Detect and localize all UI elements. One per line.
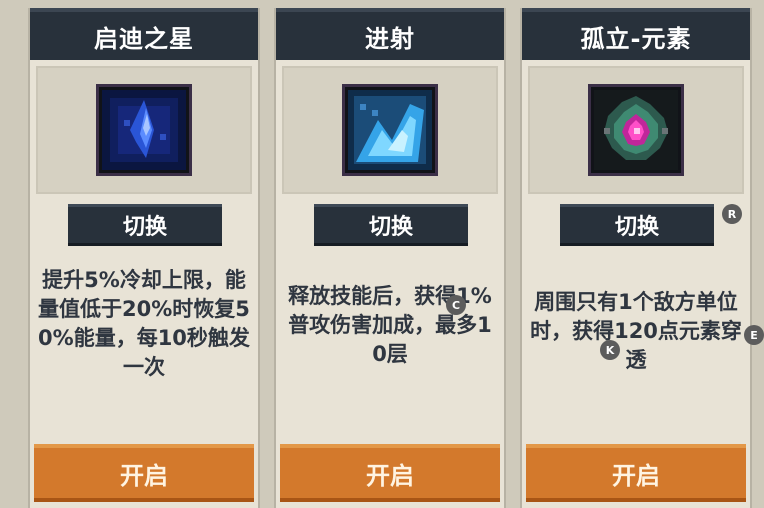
switch-button[interactable]: 切换: [314, 204, 468, 246]
pink-element-orb-icon: [588, 84, 684, 176]
enable-button[interactable]: 开启: [34, 444, 254, 502]
switch-button[interactable]: 切换: [560, 204, 714, 246]
enable-button[interactable]: 开启: [526, 444, 746, 502]
talent-card-3: 孤立-元素 切换 周围只有1个敌方单位时，获得120点元素穿透 开启: [520, 8, 752, 508]
card-title: 启迪之星: [30, 8, 258, 60]
hint-marker-r: R: [722, 204, 742, 224]
talent-description: 提升5%冷却上限，能量值低于20%时恢复50%能量，每10秒触发一次: [38, 268, 250, 379]
hint-marker-e: E: [744, 325, 764, 345]
switch-button[interactable]: 切换: [68, 204, 222, 246]
icon-panel: [36, 66, 252, 194]
cyan-burst-icon: [342, 84, 438, 176]
card-title: 孤立-元素: [522, 8, 750, 60]
talent-description: 周围只有1个敌方单位时，获得120点元素穿透: [530, 290, 742, 372]
card-title: 进射: [276, 8, 504, 60]
icon-panel: [282, 66, 498, 194]
icon-panel: [528, 66, 744, 194]
blue-star-crystal-icon: [96, 84, 192, 176]
enable-button[interactable]: 开启: [280, 444, 500, 502]
talent-description: 释放技能后，获得1%普攻伤害加成，最多10层: [288, 284, 492, 366]
talent-card-2: 进射 切换 释放技能后，获得1%普攻伤害加成，最多10层 开启: [274, 8, 506, 508]
hint-marker-c: C: [446, 295, 466, 315]
hint-marker-k: K: [600, 340, 620, 360]
talent-card-1: 启迪之星 切换 提升5%冷却上限，能量值低于20%时恢复50%能量，每10秒触发…: [28, 8, 260, 508]
